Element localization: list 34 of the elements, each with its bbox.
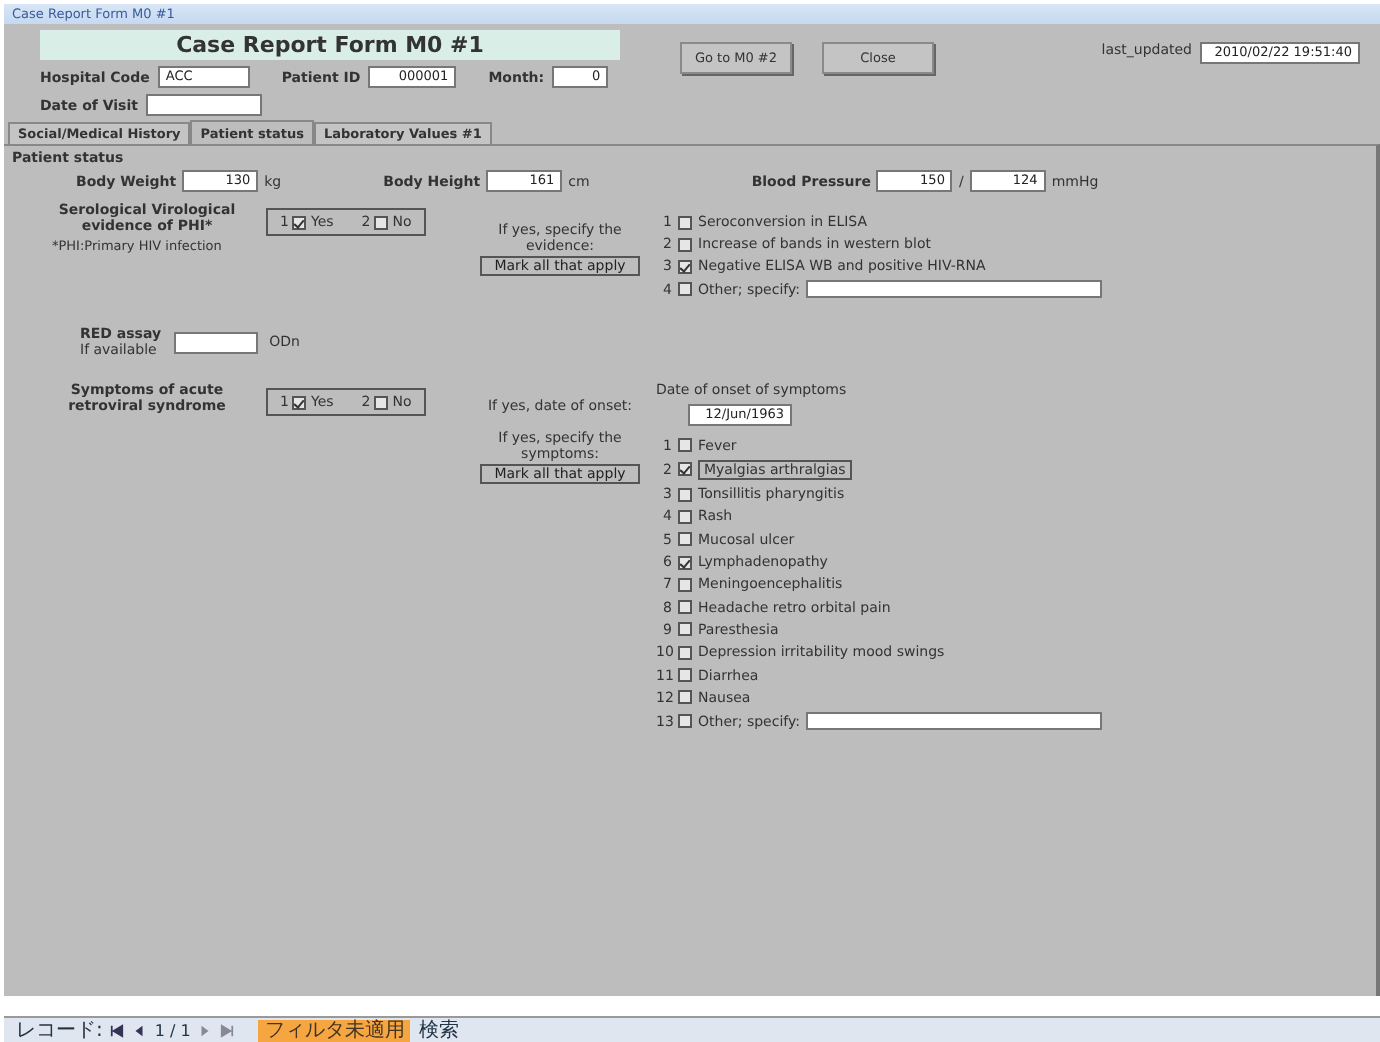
checkbox[interactable]: [374, 395, 389, 409]
record-position: 1 / 1: [154, 1019, 191, 1041]
checkbox[interactable]: [678, 509, 692, 524]
checkbox[interactable]: [678, 622, 692, 637]
checkbox[interactable]: [678, 600, 692, 615]
first-record-icon[interactable]: [110, 1023, 125, 1037]
checkbox[interactable]: [678, 237, 692, 251]
checkbox[interactable]: [292, 215, 307, 229]
input-field[interactable]: [805, 280, 1102, 298]
input-field[interactable]: [173, 331, 258, 353]
checkbox[interactable]: [678, 714, 692, 729]
checkbox[interactable]: [678, 282, 692, 296]
checkbox[interactable]: [678, 668, 692, 683]
record-label: レコード:: [16, 1019, 103, 1041]
next-record-icon[interactable]: [198, 1023, 213, 1037]
input-field[interactable]: [145, 94, 262, 116]
checkbox[interactable]: [678, 259, 692, 273]
checkbox[interactable]: [374, 215, 389, 229]
checkbox[interactable]: [678, 645, 692, 660]
previous-record-icon[interactable]: [132, 1023, 147, 1037]
last-record-icon[interactable]: [220, 1023, 235, 1037]
checkbox[interactable]: [678, 462, 692, 477]
filter-button[interactable]: フィルタ未適用: [258, 1019, 411, 1041]
checkbox[interactable]: [678, 438, 692, 453]
checkbox[interactable]: [678, 215, 692, 229]
checkbox[interactable]: [292, 395, 307, 409]
form-title: Case Report Form M0 #1: [40, 30, 620, 60]
checkbox[interactable]: [678, 532, 692, 547]
checkbox[interactable]: [678, 690, 692, 705]
search-label[interactable]: 検索: [418, 1019, 459, 1041]
input-field[interactable]: [805, 712, 1102, 731]
checkbox[interactable]: [678, 487, 692, 502]
checkbox[interactable]: [678, 577, 692, 592]
checkbox[interactable]: [678, 555, 692, 570]
